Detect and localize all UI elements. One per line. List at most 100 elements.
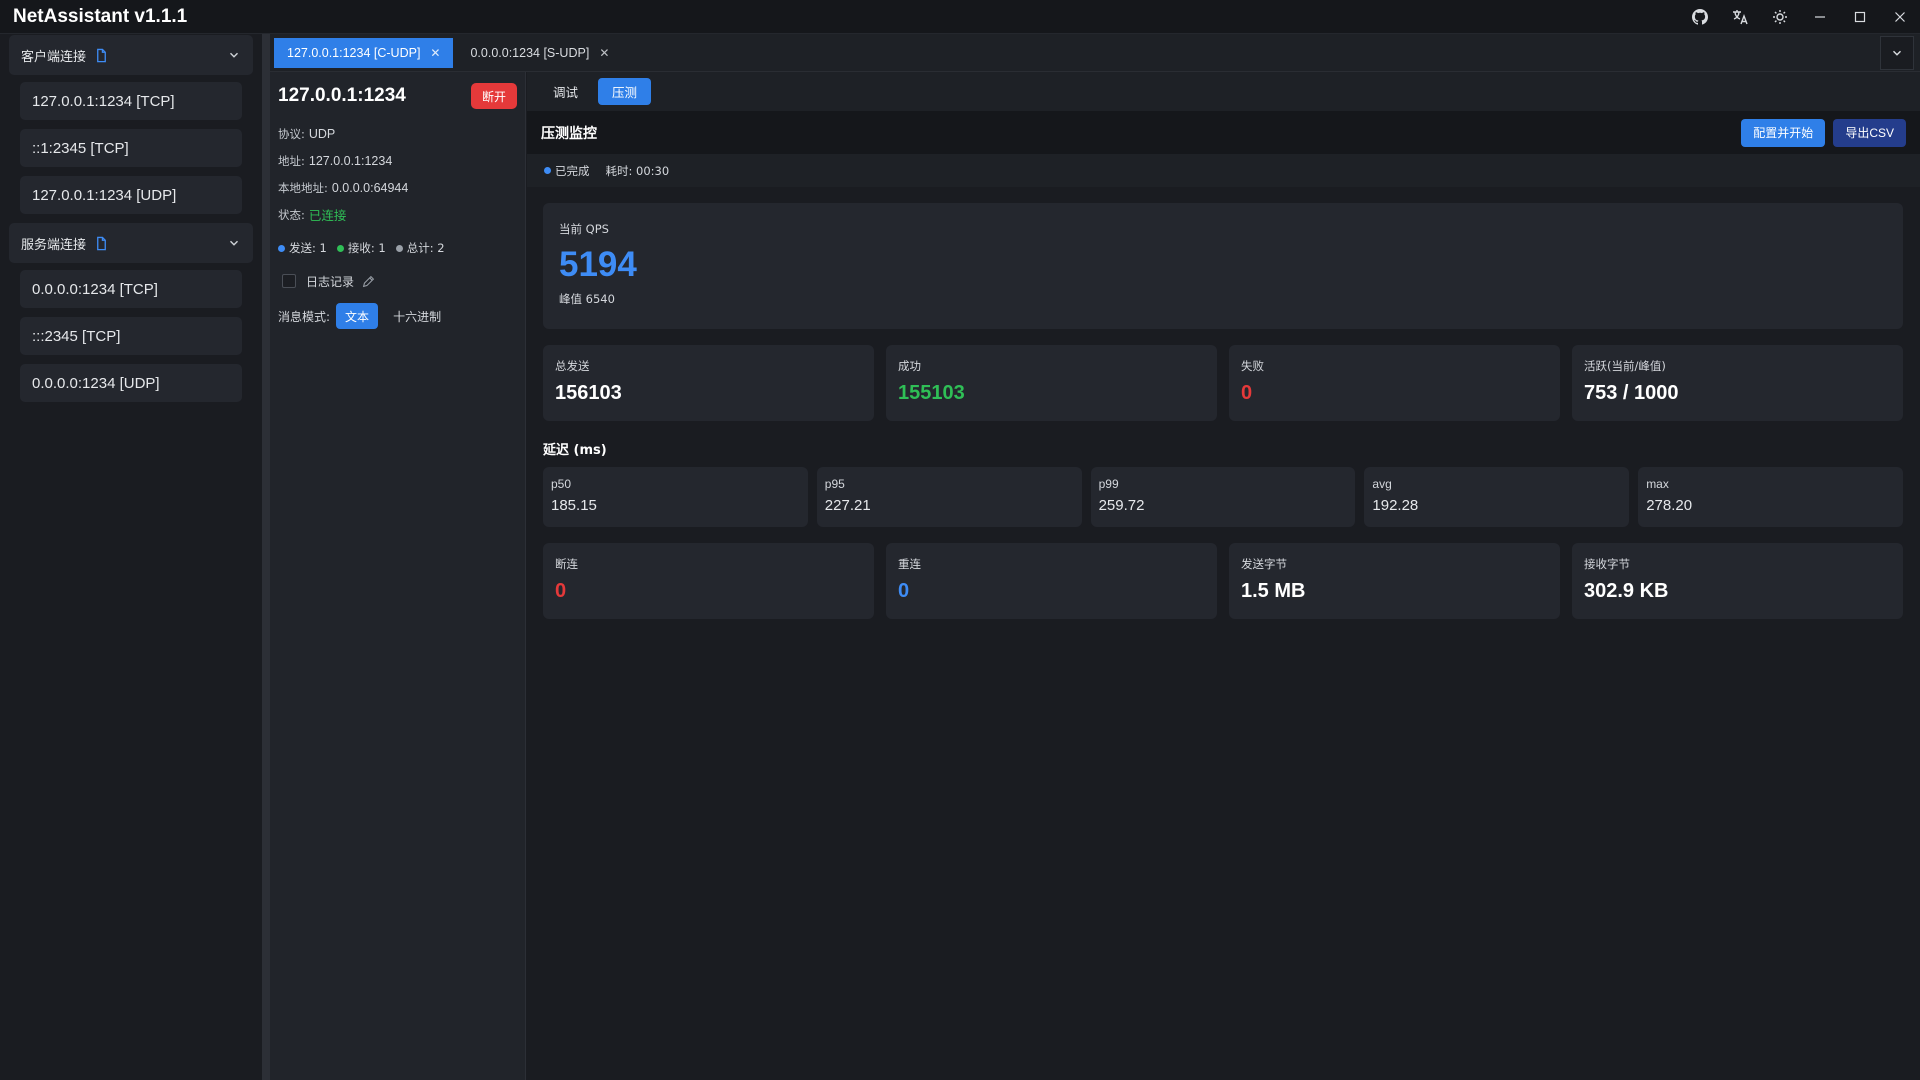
server-connection-list: 0.0.0.0:1234 [TCP] :::2345 [TCP] 0.0.0.0… [9,263,253,402]
translate-icon[interactable] [1720,0,1760,34]
server-connections-header[interactable]: 服务端连接 [9,223,253,263]
latency-value: 227.21 [824,497,871,514]
total-dot-icon [395,244,403,252]
log-checkbox[interactable] [282,274,296,288]
sent-dot-icon [278,244,285,252]
latency-value: 278.20 [1646,497,1693,514]
connection-title: 127.0.0.1:1234 [278,85,406,106]
client-connection-list: 127.0.0.1:1234 [TCP] ::1:2345 [TCP] 127.… [9,75,253,214]
message-mode-row: 消息模式: 文本 十六进制 [278,298,517,334]
window-controls [1680,0,1920,33]
tab-label: 127.0.0.1:1234 [C-UDP] [287,45,421,60]
sub-tabs: 调试 压测 [527,72,1920,111]
list-item[interactable]: ::1:2345 [TCP] [20,129,242,167]
list-item[interactable]: 0.0.0.0:1234 [TCP] [20,270,242,308]
latency-value: 192.28 [1372,497,1419,514]
list-item[interactable]: 127.0.0.1:1234 [UDP] [20,176,242,214]
close-tab-icon[interactable]: ✕ [430,46,440,60]
protocol-key: 协议: [278,126,305,141]
app-title: NetAssistant v1.1.1 [13,5,188,27]
list-item[interactable]: :::2345 [TCP] [20,317,242,355]
main-panel: 调试 压测 压测监控 配置并开始 导出CSV 已完成 耗时: 00:30 当前 … [527,72,1920,1080]
tab-stress-test[interactable]: 压测 [598,78,652,105]
tab-client-udp[interactable]: 127.0.0.1:1234 [C-UDP] ✕ [274,37,454,68]
document-icon[interactable] [94,236,109,251]
list-item[interactable]: 127.0.0.1:1234 [TCP] [20,82,242,120]
local-address-key: 本地地址: [278,180,328,195]
sidebar: 客户端连接 127.0.0.1:1234 [TCP] ::1:2345 [TCP… [0,34,262,1080]
metric-bytes-sent: 发送字节 1.5 MB [1229,543,1560,619]
chevron-down-icon [1893,50,1901,56]
total-stat: 总计: 2 [395,240,445,256]
latency-label: p99 [1098,477,1119,491]
monitor-header: 压测监控 配置并开始 导出CSV [527,111,1920,154]
local-address-row: 本地地址: 0.0.0.0:64944 [278,174,517,201]
metric-label: 重连 [898,557,921,571]
tab-debug[interactable]: 调试 [539,78,592,105]
tab-list-dropdown[interactable] [1880,35,1914,70]
latency-value: 259.72 [1098,497,1145,514]
metric-value: 156103 [555,382,622,404]
latency-grid: p50 185.15 p95 227.21 p99 259.72 avg 192… [543,467,1903,527]
metric-value: 0 [555,580,567,602]
protocol-row: 协议: UDP [278,120,517,147]
address-row: 地址: 127.0.0.1:1234 [278,147,517,174]
close-tab-icon[interactable]: ✕ [599,46,609,60]
metric-value: 302.9 KB [1584,580,1669,602]
recv-stat: 接收: 1 [336,240,386,256]
sidebar-splitter[interactable] [262,34,270,1080]
metric-active: 活跃(当前/峰值) 753 / 1000 [1572,345,1903,421]
disconnect-button[interactable]: 断开 [470,83,517,109]
log-label: 日志记录 [306,274,355,289]
metric-failed: 失败 0 [1229,345,1560,421]
minimize-icon[interactable] [1800,0,1840,34]
configure-start-button[interactable]: 配置并开始 [1741,118,1826,147]
close-icon[interactable] [1880,0,1920,34]
address-value: 127.0.0.1:1234 [308,153,393,168]
status-dot-icon [544,167,551,174]
metric-label: 断连 [555,557,578,571]
status-done: 已完成 [555,163,590,178]
total-count: 总计: 2 [406,241,445,255]
metric-bytes-received: 接收字节 302.9 KB [1572,543,1903,619]
github-icon[interactable] [1680,0,1720,34]
client-connections-label: 客户端连接 [21,49,87,65]
log-toggle-row: 日志记录 [278,264,517,298]
list-item[interactable]: 0.0.0.0:1234 [UDP] [20,364,242,402]
metric-value: 0 [1241,382,1253,404]
document-icon[interactable] [94,48,109,63]
latency-label: p50 [551,477,572,491]
mode-text-button[interactable]: 文本 [336,303,379,329]
metric-value: 0 [898,580,910,602]
status-key: 状态: [278,207,305,222]
connection-detail-panel: 127.0.0.1:1234 断开 协议: UDP 地址: 127.0.0.1:… [270,72,526,1080]
status-row: 状态: 已连接 [278,201,517,228]
metric-disconnects: 断连 0 [543,543,874,619]
chevron-down-icon[interactable] [227,236,241,250]
export-csv-button[interactable]: 导出CSV [1833,118,1906,147]
metric-label: 接收字节 [1584,557,1630,571]
elapsed-time: 耗时: 00:30 [605,163,670,178]
qps-value: 5194 [559,245,637,284]
client-connections-header[interactable]: 客户端连接 [9,35,253,75]
maximize-icon[interactable] [1840,0,1880,34]
tab-server-udp[interactable]: 0.0.0.0:1234 [S-UDP] ✕ [457,38,622,68]
chevron-down-icon[interactable] [227,48,241,62]
edit-icon[interactable] [362,275,375,288]
metric-success: 成功 155103 [886,345,1217,421]
qps-peak: 峰值 6540 [559,292,615,306]
tab-bar: 127.0.0.1:1234 [C-UDP] ✕ 0.0.0.0:1234 [S… [270,34,1920,72]
latency-value: 185.15 [551,497,597,514]
qps-label: 当前 QPS [559,222,609,236]
metric-value: 753 / 1000 [1584,382,1679,404]
metric-label: 活跃(当前/峰值) [1584,359,1666,373]
mode-hex-button[interactable]: 十六进制 [384,303,450,329]
metric-total-sent: 总发送 156103 [543,345,874,421]
qps-card: 当前 QPS 5194 峰值 6540 [543,203,1903,329]
latency-p50: p50 185.15 [543,467,808,527]
theme-icon[interactable] [1760,0,1800,34]
metric-value: 1.5 MB [1241,580,1306,602]
latency-avg: avg 192.28 [1364,467,1630,527]
monitor-title: 压测监控 [541,125,597,142]
metric-label: 发送字节 [1241,557,1287,571]
